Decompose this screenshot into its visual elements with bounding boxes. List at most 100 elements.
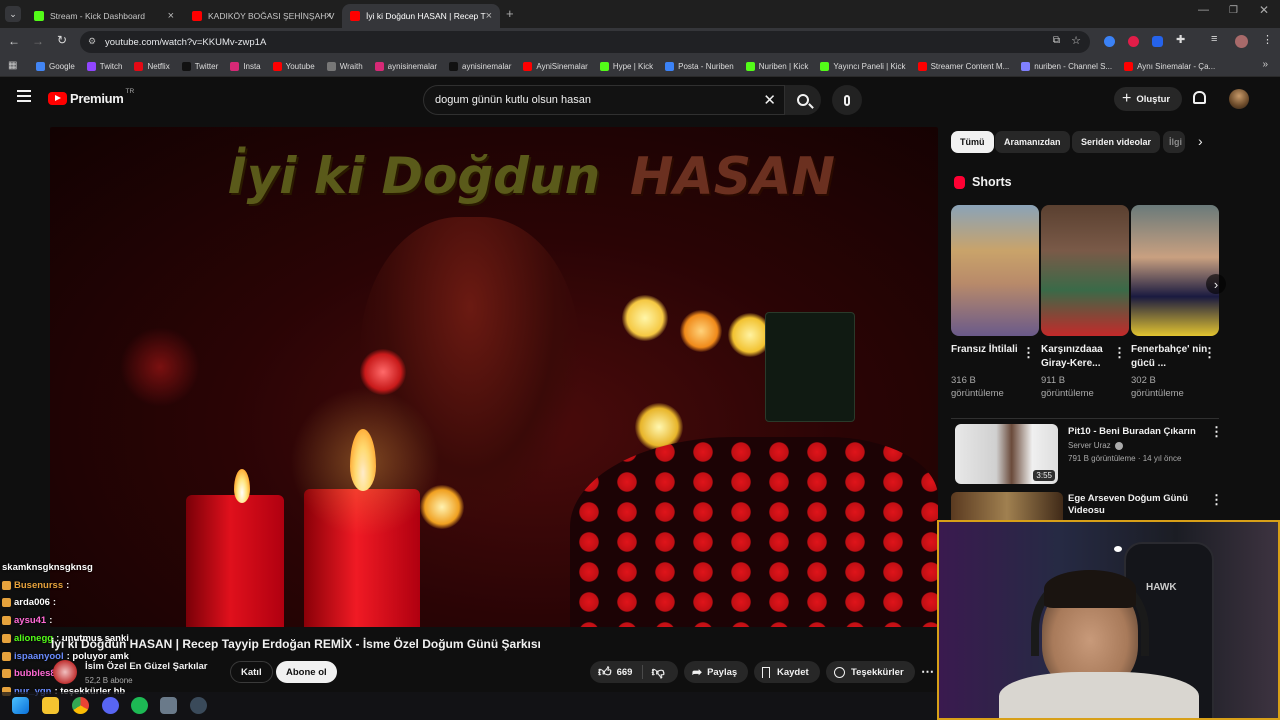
reload-icon[interactable]: ↻: [57, 33, 67, 47]
new-tab-button[interactable]: +: [506, 6, 514, 21]
browser-menu-icon[interactable]: ⋮: [1262, 33, 1273, 46]
extension-icon[interactable]: [1128, 36, 1139, 47]
minimize-window-icon[interactable]: —: [1198, 4, 1209, 16]
bookmark-item[interactable]: Insta: [230, 61, 261, 71]
bookmark-star-icon[interactable]: ☆: [1071, 34, 1081, 47]
windows-start-icon[interactable]: [12, 697, 29, 714]
subscribe-button[interactable]: Abone ol: [276, 661, 337, 683]
extension-icon[interactable]: [1104, 36, 1115, 47]
short-title[interactable]: Karşınızdaaa Giray-Kere...: [1041, 343, 1119, 371]
recommended-thumbnail[interactable]: 3:55: [955, 424, 1058, 484]
bookmark-item[interactable]: Nuriben | Kick: [745, 61, 808, 71]
avatar[interactable]: [1229, 89, 1249, 109]
back-icon[interactable]: ←: [8, 34, 20, 48]
bookmark-item[interactable]: aynisinemalar: [449, 61, 511, 71]
spotify-icon[interactable]: [131, 697, 148, 714]
create-button[interactable]: + Oluştur: [1114, 87, 1183, 111]
dislike-button[interactable]: 👎︎: [643, 664, 664, 680]
apps-grid-icon[interactable]: ▦: [8, 60, 17, 71]
chat-username[interactable]: alionegg: [14, 633, 53, 644]
youtube-premium-logo[interactable]: Premium TR: [48, 88, 134, 106]
tab-search-button[interactable]: ⌄: [5, 6, 21, 22]
chat-username[interactable]: arda006: [14, 597, 50, 608]
more-options-icon[interactable]: ⋮: [1203, 345, 1216, 361]
media-controls-icon[interactable]: ≡: [1211, 33, 1217, 45]
short-title[interactable]: Fransız İhtilali: [951, 343, 1029, 357]
search-input[interactable]: dogum günün kutlu olsun hasan ✕: [423, 85, 785, 115]
voice-search-button[interactable]: [832, 85, 862, 115]
recommended-channel[interactable]: Server Uraz: [1068, 441, 1123, 450]
like-button[interactable]: 👍︎ 669: [590, 664, 632, 680]
chat-username[interactable]: bubbles8: [14, 668, 56, 679]
site-info-icon[interactable]: ⚙: [88, 36, 96, 47]
bookmark-item[interactable]: nuriben - Channel S...: [1021, 61, 1112, 71]
bookmark-item[interactable]: aynisinemalar: [374, 61, 437, 71]
chat-username[interactable]: ispaanyool: [14, 651, 64, 662]
forward-icon[interactable]: →: [32, 34, 44, 48]
notifications-bell-icon[interactable]: [1193, 91, 1206, 104]
bookmark-item[interactable]: Wraith: [326, 61, 363, 71]
close-window-icon[interactable]: ✕: [1259, 3, 1269, 17]
extension-icon[interactable]: [1152, 36, 1163, 47]
thanks-button[interactable]: Teşekkürler: [826, 661, 915, 683]
bookmark-item[interactable]: Yayıncı Paneli | Kick: [820, 61, 906, 71]
extensions-puzzle-icon[interactable]: ✚: [1176, 33, 1185, 46]
chip-series-videos[interactable]: Seriden videolar: [1072, 131, 1161, 153]
close-tab-icon[interactable]: ×: [486, 10, 492, 22]
install-app-icon[interactable]: ⧉: [1053, 35, 1060, 46]
bookmark-item[interactable]: Twitter: [181, 61, 218, 71]
bookmark-item[interactable]: Streamer Content M...: [917, 61, 1009, 71]
short-thumbnail[interactable]: [951, 205, 1039, 336]
address-bar[interactable]: ⚙ youtube.com/watch?v=KKUMv-zwp1A ⧉ ☆: [80, 31, 1090, 53]
recommended-title[interactable]: Ege Arseven Doğum Günü Videosu: [1068, 493, 1188, 517]
bookmark-item[interactable]: Netflix: [134, 61, 170, 71]
video-player[interactable]: İyi ki Doğdun HASAN: [50, 127, 938, 627]
clear-search-icon[interactable]: ✕: [763, 91, 776, 109]
bookmark-item[interactable]: Hype | Kick: [599, 61, 653, 71]
bookmark-item[interactable]: Youtube: [272, 61, 315, 71]
share-button[interactable]: ➦ Paylaş: [684, 661, 749, 683]
close-tab-icon[interactable]: ×: [168, 10, 174, 22]
tab-kadikoy-video[interactable]: KADIKÖY BOĞASI ŞEHİNŞAH V ×: [184, 4, 340, 28]
save-button[interactable]: Kaydet: [754, 661, 820, 683]
chip-all[interactable]: Tümü: [951, 131, 994, 153]
join-button[interactable]: Katıl: [230, 661, 273, 683]
chip-related[interactable]: İlgi: [1163, 131, 1185, 153]
recommended-thumbnail[interactable]: [951, 492, 1063, 520]
chip-from-search[interactable]: Aramanızdan: [995, 131, 1070, 153]
recommended-title[interactable]: Pit10 - Beni Buradan Çıkarın: [1068, 426, 1208, 437]
channel-name[interactable]: İsim Özel En Güzel Şarkılar: [85, 661, 208, 672]
app-icon[interactable]: [160, 697, 177, 714]
more-options-icon[interactable]: ⋮: [1210, 424, 1223, 440]
more-options-icon[interactable]: ⋮: [1210, 492, 1223, 508]
more-options-icon[interactable]: ⋮: [1113, 345, 1126, 361]
hamburger-menu-icon[interactable]: [17, 90, 31, 102]
channel-avatar[interactable]: [53, 660, 77, 684]
more-bookmarks-icon[interactable]: »: [1262, 59, 1268, 70]
chrome-icon[interactable]: [72, 697, 89, 714]
tab-current-video[interactable]: İyi ki Doğdun HASAN | Recep T ×: [342, 4, 500, 28]
chevron-right-icon[interactable]: ›: [1198, 133, 1203, 149]
search-button[interactable]: [785, 85, 821, 115]
close-tab-icon[interactable]: ×: [326, 10, 332, 22]
short-title[interactable]: Fenerbahçe' nin gücü ...: [1131, 343, 1209, 371]
more-options-icon[interactable]: ⋮: [1022, 345, 1035, 361]
short-thumbnail[interactable]: [1131, 205, 1219, 336]
shorts-next-button[interactable]: ›: [1206, 274, 1226, 294]
maximize-window-icon[interactable]: ❐: [1229, 5, 1238, 16]
bookmark-item[interactable]: Google: [36, 61, 75, 71]
bookmark-item[interactable]: Twitch: [86, 61, 122, 71]
profile-avatar-icon[interactable]: [1235, 35, 1248, 48]
bookmark-item[interactable]: Posta - Nuriben: [665, 61, 734, 71]
chat-username[interactable]: Busenurss: [14, 580, 63, 591]
bookmark-favicon-icon: [917, 61, 927, 71]
more-actions-icon[interactable]: ⋯: [921, 664, 934, 680]
bookmark-item[interactable]: AyniSinemalar: [523, 61, 588, 71]
chat-username[interactable]: aysu41: [14, 615, 46, 626]
bookmark-item[interactable]: Aynı Sinemalar - Ça...: [1124, 61, 1215, 71]
file-explorer-icon[interactable]: [42, 697, 59, 714]
steam-icon[interactable]: [190, 697, 207, 714]
tab-kick-dashboard[interactable]: Stream - Kick Dashboard ×: [26, 4, 182, 28]
discord-icon[interactable]: [102, 697, 119, 714]
short-thumbnail[interactable]: [1041, 205, 1129, 336]
